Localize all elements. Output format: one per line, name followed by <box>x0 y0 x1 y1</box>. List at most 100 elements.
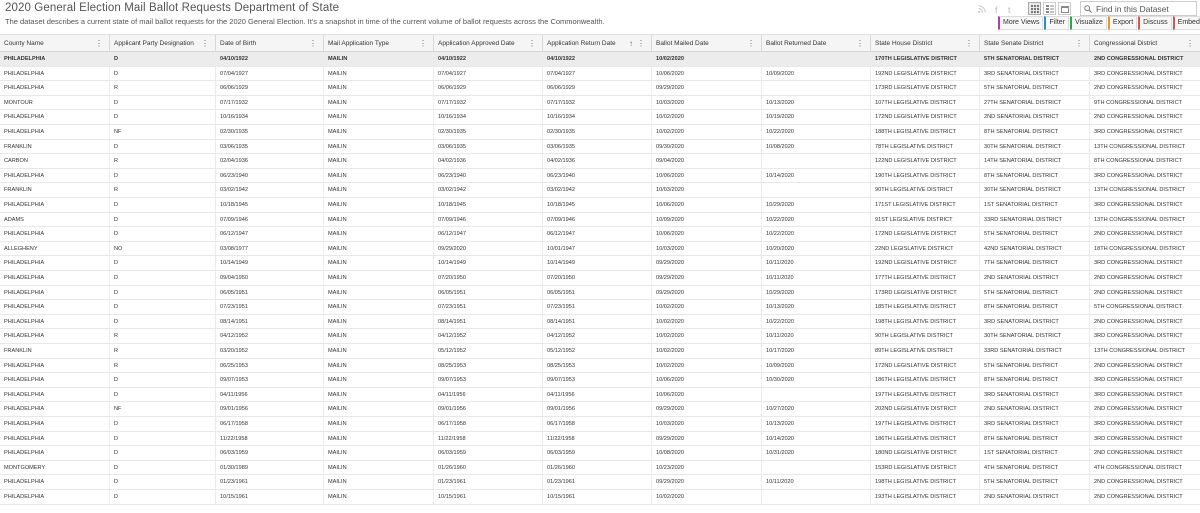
cell-congressional-district: 13TH CONGRESSIONAL DISTRICT <box>1094 187 1186 194</box>
table-row[interactable]: PHILADELPHIA D 10/14/1949 MAILIN 10/14/1949 1… <box>0 256 1200 271</box>
column-menu-icon[interactable]: ⋮ <box>637 35 645 52</box>
table-row[interactable]: MONTGOMERY D 01/30/1989 MAILIN 01/26/1960 01/… <box>0 460 1200 476</box>
cell-ballot-mailed-date: 10/02/2020 <box>652 52 762 66</box>
table-row[interactable]: PHILADELPHIA D 04/11/1956 MAILIN 04/11/1956 0… <box>0 387 1200 403</box>
cell-congressional-district: 13TH CONGRESSIONAL DISTRICT <box>1094 348 1186 354</box>
cell-ballot-mailed-date: 09/29/2020 <box>652 81 762 96</box>
search-box[interactable] <box>1080 1 1197 16</box>
table-row[interactable]: CARBON R 02/04/1936 MAILIN 04/02/1936 04/02/1… <box>0 154 1200 169</box>
table-row[interactable]: PHILADELPHIA NF 09/01/1956 MAILIN 09/01/1956… <box>0 402 1200 417</box>
column-menu-icon[interactable]: ⋮ <box>1075 35 1083 52</box>
table-row[interactable]: PHILADELPHIA D 07/04/1927 MAILIN 07/04/1927 0… <box>0 66 1200 82</box>
table-row[interactable]: ADAMS D 07/09/1946 MAILIN 07/09/1946 07/09/19… <box>0 212 1200 228</box>
table-row[interactable]: PHILADELPHIA D 01/23/1961 MAILIN 01/23/1961 0… <box>0 475 1200 490</box>
table-row[interactable]: PHILADELPHIA D 06/03/1959 MAILIN 06/03/1959 0… <box>0 446 1200 461</box>
column-menu-icon[interactable]: ⋮ <box>528 35 536 52</box>
table-row[interactable]: PHILADELPHIA D 04/10/1922 MAILIN 04/10/1922 0… <box>0 52 1200 67</box>
cell-mail-application-type: MAILIN <box>324 256 434 271</box>
table-row[interactable]: PHILADELPHIA D 07/23/1951 MAILIN 07/23/1951 0… <box>0 300 1200 315</box>
discuss-button[interactable]: Discuss <box>1138 16 1172 30</box>
cell-state-senate-district: 33RD SENATORIAL DISTRICT <box>980 212 1090 227</box>
column-menu-icon[interactable]: ⋮ <box>309 35 317 52</box>
column-menu-icon[interactable]: ⋮ <box>965 35 973 52</box>
cell-party-designation: D <box>110 387 216 402</box>
table-row[interactable]: ALLEGHENY NO 03/08/1977 MAILIN 09/29/2020 10/… <box>0 241 1200 257</box>
filter-button[interactable]: Filter <box>1044 16 1070 30</box>
column-menu-icon[interactable]: ⋮ <box>95 35 103 52</box>
cell-state-house-district: 173RD LEGISLATIVE DISTRICT <box>871 81 980 96</box>
cell-congressional-district: 4TH CONGRESSIONAL DISTRICT <box>1094 464 1183 471</box>
table-row[interactable]: PHILADELPHIA D 09/04/1950 MAILIN 07/20/1950 0… <box>0 271 1200 286</box>
table-row[interactable]: PHILADELPHIA D 10/15/1961 MAILIN 10/15/1961 1… <box>0 490 1200 505</box>
list-view-icon[interactable] <box>1043 2 1056 15</box>
cell-date-of-birth: 03/08/1977 <box>216 241 324 256</box>
table-row[interactable]: PHILADELPHIA R 06/06/1929 MAILIN 06/06/1929 0… <box>0 81 1200 96</box>
column-header-ballot-mailed-date[interactable]: Ballot Mailed Date ⋮ <box>652 35 762 52</box>
cell-county-name: PHILADELPHIA <box>0 285 110 300</box>
cell-party-designation: D <box>110 300 216 315</box>
column-header-date-of-birth[interactable]: Date of Birth ⋮ <box>216 35 324 52</box>
table-row[interactable]: PHILADELPHIA D 10/16/1934 MAILIN 10/16/1934 1… <box>0 110 1200 125</box>
sort-ascending-icon[interactable]: ↑ <box>629 35 633 52</box>
cell-application-return-date: 06/05/1951 <box>543 285 652 300</box>
calendar-view-icon[interactable] <box>1058 2 1071 15</box>
table-row[interactable]: PHILADELPHIA D 06/12/1947 MAILIN 06/12/1947 0… <box>0 227 1200 242</box>
table-row[interactable]: PHILADELPHIA D 06/23/1940 MAILIN 06/23/1940 0… <box>0 168 1200 184</box>
cell-county-name: PHILADELPHIA <box>0 227 110 242</box>
cell-state-senate-district: 3RD SENATORIAL DISTRICT <box>980 66 1090 81</box>
column-header-party-designation[interactable]: Applicant Party Designation ⋮ <box>110 35 216 52</box>
cell-mail-application-type: MAILIN <box>324 344 434 358</box>
export-button[interactable]: Export <box>1107 16 1138 30</box>
column-menu-icon[interactable]: ⋮ <box>747 35 755 52</box>
grid-view-icon[interactable] <box>1028 2 1041 15</box>
column-menu-icon[interactable]: ⋮ <box>201 35 209 52</box>
cell-application-return-date: 03/02/1942 <box>543 183 652 198</box>
cell-mail-application-type: MAILIN <box>324 446 434 461</box>
table-row[interactable]: PHILADELPHIA NF 02/30/1935 MAILIN 02/30/1935… <box>0 125 1200 140</box>
table-row[interactable]: PHILADELPHIA D 06/05/1951 MAILIN 06/05/1951 0… <box>0 285 1200 301</box>
column-header-mail-application-type[interactable]: Mail Application Type ⋮ <box>324 35 434 52</box>
table-row[interactable]: MONTOUR D 07/17/1932 MAILIN 07/17/1932 07/17/… <box>0 95 1200 111</box>
visualize-button[interactable]: Visualize <box>1070 16 1107 30</box>
cell-ballot-returned-date: 10/13/2020 <box>762 300 871 315</box>
cell-state-senate-district: 1ST SENATORIAL DISTRICT <box>980 198 1090 212</box>
table-row[interactable]: FRANKLIN R 03/20/1952 MAILIN 05/12/1952 05/12… <box>0 344 1200 359</box>
cell-state-house-district: 107TH LEGISLATIVE DISTRICT <box>871 95 980 110</box>
cell-party-designation: D <box>110 475 216 490</box>
embed-button[interactable]: Embed <box>1172 16 1200 30</box>
expand-description-icon[interactable]: › <box>582 16 585 25</box>
column-header-state-house-district[interactable]: State House District ⋮ <box>871 35 980 52</box>
more-views-button[interactable]: More Views <box>998 16 1044 30</box>
cell-county-name: PHILADELPHIA <box>0 402 110 417</box>
column-header-application-approved-date[interactable]: Application Approved Date ⋮ <box>434 35 543 52</box>
rss-icon[interactable] <box>978 5 986 15</box>
cell-application-approved-date: 06/03/1959 <box>434 446 543 461</box>
cell-party-designation: D <box>110 256 216 271</box>
column-header-ballot-returned-date[interactable]: Ballot Returned Date ⋮ <box>762 35 871 52</box>
twitter-icon[interactable]: t <box>1008 5 1011 15</box>
cell-party-designation: D <box>110 168 216 183</box>
cell-ballot-mailed-date: 09/29/2020 <box>652 431 762 446</box>
column-header-application-return-date[interactable]: Application Return Date ↑ ⋮ <box>543 35 652 52</box>
column-header-county-name[interactable]: County Name ⋮ <box>0 35 110 52</box>
table-row[interactable]: PHILADELPHIA D 08/14/1951 MAILIN 08/14/1951 0… <box>0 314 1200 330</box>
table-row[interactable]: PHILADELPHIA R 06/25/1953 MAILIN 08/25/1953 0… <box>0 358 1200 374</box>
table-row[interactable]: PHILADELPHIA D 10/18/1945 MAILIN 10/18/1945 1… <box>0 198 1200 213</box>
cell-date-of-birth: 06/06/1929 <box>216 81 324 96</box>
column-menu-icon[interactable]: ⋮ <box>856 35 864 52</box>
cell-county-name: FRANKLIN <box>0 183 110 198</box>
facebook-icon[interactable]: f <box>995 5 998 15</box>
table-row[interactable]: PHILADELPHIA D 09/07/1953 MAILIN 09/07/1953 0… <box>0 373 1200 388</box>
cell-application-return-date: 07/20/1950 <box>543 271 652 285</box>
column-menu-icon[interactable]: ⋮ <box>419 35 427 52</box>
table-row[interactable]: FRANKLIN D 03/06/1935 MAILIN 03/06/1935 03/06… <box>0 139 1200 155</box>
column-header-congressional-district[interactable]: Congressional District ⋮ <box>1090 35 1200 52</box>
table-row[interactable]: PHILADELPHIA D 11/22/1958 MAILIN 11/22/1958 1… <box>0 431 1200 447</box>
table-row[interactable]: PHILADELPHIA D 06/17/1958 MAILIN 06/17/1958 0… <box>0 417 1200 432</box>
table-row[interactable]: PHILADELPHIA R 04/12/1952 MAILIN 04/12/1952 0… <box>0 329 1200 344</box>
column-menu-icon[interactable]: ⋮ <box>1186 35 1194 52</box>
table-row[interactable]: FRANKLIN R 03/02/1942 MAILIN 03/02/1942 03/02… <box>0 183 1200 198</box>
column-header-state-senate-district[interactable]: State Senate District ⋮ <box>980 35 1090 52</box>
cell-party-designation: D <box>110 446 216 461</box>
search-input[interactable] <box>1096 2 1194 15</box>
